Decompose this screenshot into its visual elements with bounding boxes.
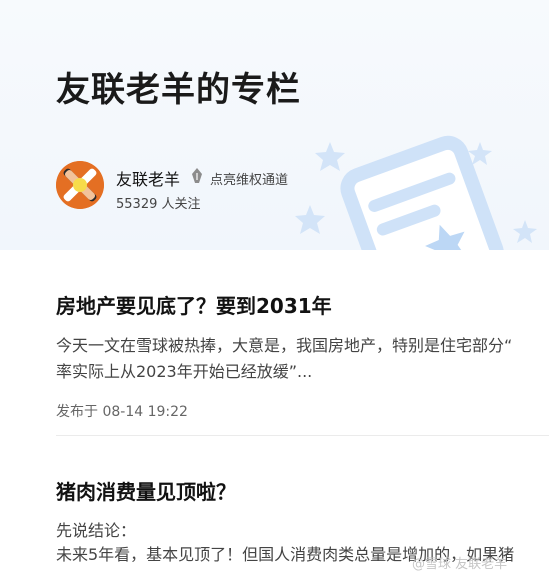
stars-card-illustration	[295, 135, 537, 250]
column-header: 友联老羊的专栏 友联老羊 点亮维权通道 55329 人关注	[0, 0, 549, 250]
publish-time: 发布于 08-14 19:22	[56, 404, 188, 420]
article-item[interactable]: 房地产要见底了？要到2031年 今天一文在雪球被热捧，大意是，我国房地产，特别是…	[56, 290, 549, 421]
article-title[interactable]: 猪肉消费量见顶啦？	[56, 476, 549, 505]
article-title[interactable]: 房地产要见底了？要到2031年	[56, 290, 549, 319]
fountain-pen-icon	[192, 168, 202, 183]
avatar-hands-logo	[56, 161, 104, 209]
watermark: @雪球 友联老羊	[412, 557, 508, 572]
author-name[interactable]: 友联老羊	[116, 166, 180, 190]
avatar[interactable]	[56, 161, 104, 209]
article-excerpt[interactable]: 今天一文在雪球被热捧，大意是，我国房地产，特别是住宅部分“ 率实际上从2023年…	[56, 333, 549, 385]
excerpt-line: 今天一文在雪球被热捧，大意是，我国房地产，特别是住宅部分“	[56, 336, 513, 355]
excerpt-line: 率实际上从2023年开始已经放缓”...	[56, 362, 313, 381]
follower-count: 55329 人关注	[116, 197, 201, 212]
divider	[56, 435, 549, 436]
page-title: 友联老羊的专栏	[56, 70, 301, 110]
excerpt-line: 先说结论：	[56, 521, 137, 540]
badge-label[interactable]: 点亮维权通道	[210, 169, 288, 188]
